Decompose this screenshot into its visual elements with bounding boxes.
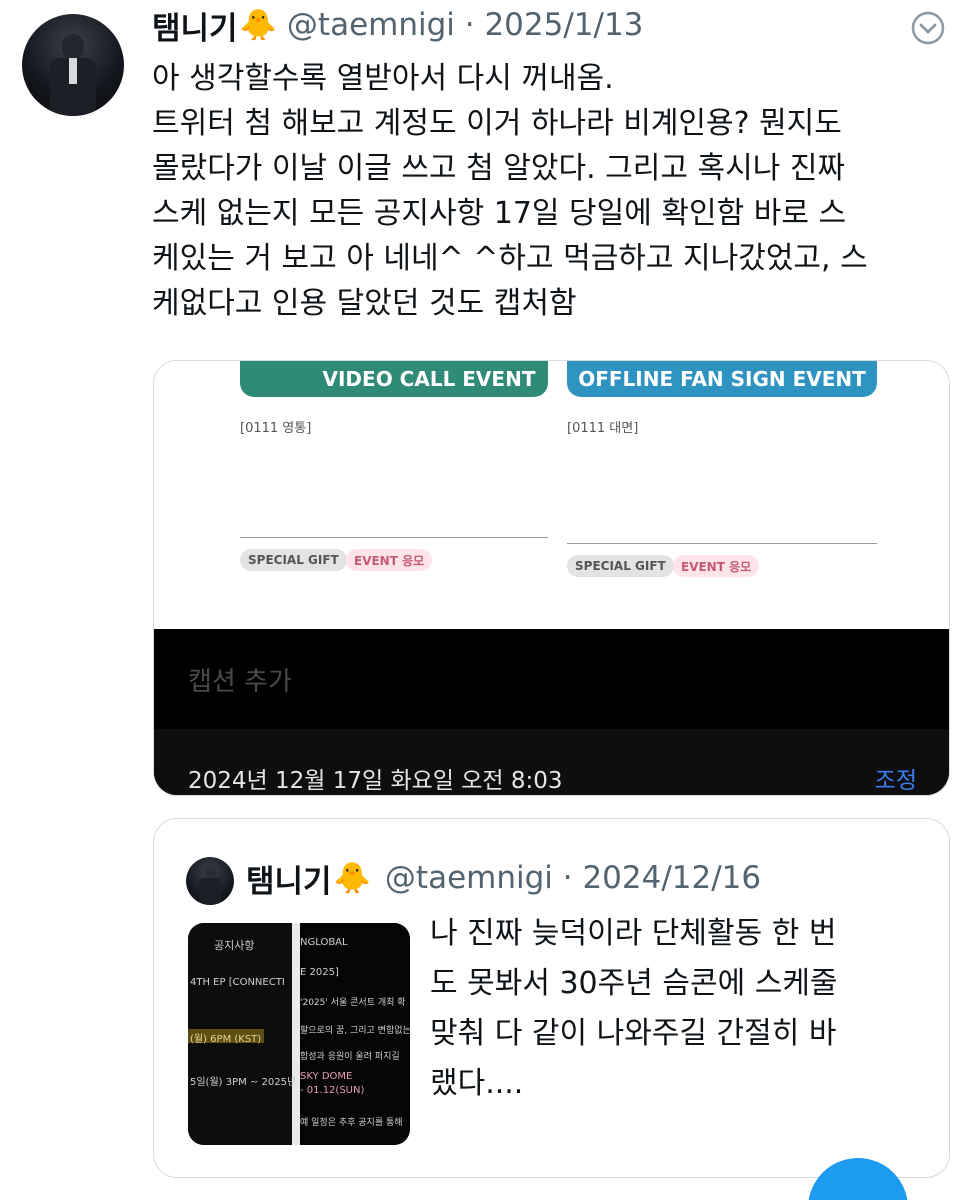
left-date-label: [0111 영통] (240, 421, 312, 436)
divider (240, 537, 548, 538)
thumb-text: '2025' 서울 콘서트 개최 확 (300, 998, 406, 1008)
thumb-separator (292, 923, 300, 1145)
tweet-line: 아 생각할수록 열받아서 다시 꺼내옴. (152, 61, 614, 96)
author-avatar[interactable] (22, 14, 124, 116)
chick-emoji-icon: 🐥 (239, 7, 277, 43)
thumb-text: 4TH EP [CONNECTI (190, 977, 285, 988)
divider (567, 543, 877, 544)
handle-and-date[interactable]: @taemnigi · 2025/1/13 (287, 7, 644, 43)
tweet-line: 스케 없는지 모든 공지사항 17일 당일에 확인함 바로 스 (152, 196, 847, 231)
thumb-text: 합성과 응원이 울려 퍼지길 (300, 1052, 400, 1062)
event-apply-tag: EVENT 응모 (673, 555, 760, 577)
tweet-line: 몰랐다가 이날 이글 쓰고 첨 알았다. 그리고 혹시나 진짜 (152, 151, 846, 186)
tweet-header: 탬니기 🐥 @taemnigi · 2025/1/13 (152, 2, 643, 48)
avatar-shirt (69, 58, 77, 84)
thumb-text: 5일(월) 3PM ~ 2025년 (190, 1077, 297, 1088)
photo-timestamp: 2024년 12월 17일 화요일 오전 8:03 (188, 768, 563, 794)
right-date-label: [0111 대면] (567, 421, 639, 436)
avatar-head (62, 34, 84, 60)
quoted-media-thumbnail: 공지사항 4TH EP [CONNECTI (월) 6PM (KST) 5일(월… (188, 923, 410, 1145)
caption-placeholder: 캡션 추가 (188, 667, 292, 697)
tweet-line: 케없다고 인용 달았던 것도 캡처함 (152, 286, 577, 321)
author-name[interactable]: 탬니기 (152, 3, 238, 48)
tweet-body: 아 생각할수록 열받아서 다시 꺼내옴. 트위터 첨 해보고 계정도 이거 하나… (152, 56, 952, 326)
thumb-text: 예 일정은 추후 공지를 통해 (300, 1118, 403, 1128)
offline-fan-sign-banner: OFFLINE FAN SIGN EVENT (567, 361, 877, 397)
thumb-text: E 2025] (300, 967, 339, 978)
special-gift-tag: SPECIAL GIFT (567, 555, 674, 577)
thumb-text: - 01.12(SUN) (300, 1085, 365, 1096)
thumb-text: (월) 6PM (KST) (190, 1034, 262, 1045)
quoted-author-avatar (186, 857, 234, 905)
quoted-line: 나 진짜 늦덕이라 단체활동 한 번 (430, 916, 837, 951)
chevron-down-icon[interactable] (910, 10, 946, 46)
tweet-line: 트위터 첨 해보고 계정도 이거 하나라 비계인용? 뭔지도 (152, 106, 842, 141)
video-call-banner: VIDEO CALL EVENT (240, 361, 548, 397)
quoted-line: 랬다.... (430, 1066, 524, 1101)
thumb-notice-title: 공지사항 (214, 939, 255, 952)
tweet-line: 케있는 거 보고 아 네네^ ^하고 먹금하고 지나갔었고, 스 (152, 241, 868, 276)
quoted-author-name: 탬니기 (246, 863, 332, 900)
quoted-handle-date: @taemnigi · 2024/12/16 (384, 860, 762, 896)
thumb-text: 팔으로의 꿈, 그리고 변함없는 (300, 1026, 410, 1036)
avatar-body (199, 878, 221, 905)
thumb-text: SKY DOME (300, 1071, 353, 1082)
event-apply-tag: EVENT 응모 (346, 549, 433, 571)
quoted-tweet[interactable]: 탬니기 🐥 @taemnigi · 2024/12/16 공지사항 4TH EP… (153, 818, 950, 1178)
media-attachment[interactable]: VIDEO CALL EVENT OFFLINE FAN SIGN EVENT … (153, 360, 950, 796)
captured-screenshot: VIDEO CALL EVENT OFFLINE FAN SIGN EVENT … (154, 361, 949, 629)
thumb-text: NGLOBAL (300, 937, 348, 948)
chick-emoji-icon: 🐥 (333, 860, 371, 896)
special-gift-tag: SPECIAL GIFT (240, 549, 347, 571)
quoted-line: 맞춰 다 같이 나와주길 간절히 바 (430, 1016, 837, 1051)
adjust-button: 조정 (874, 768, 917, 794)
quoted-body: 나 진짜 늦덕이라 단체활동 한 번 도 못봐서 30주년 슴콘에 스케줄 맞춰… (430, 909, 930, 1109)
quoted-header: 탬니기 🐥 @taemnigi · 2024/12/16 (246, 855, 761, 901)
quoted-line: 도 못봐서 30주년 슴콘에 스케줄 (430, 966, 838, 1001)
